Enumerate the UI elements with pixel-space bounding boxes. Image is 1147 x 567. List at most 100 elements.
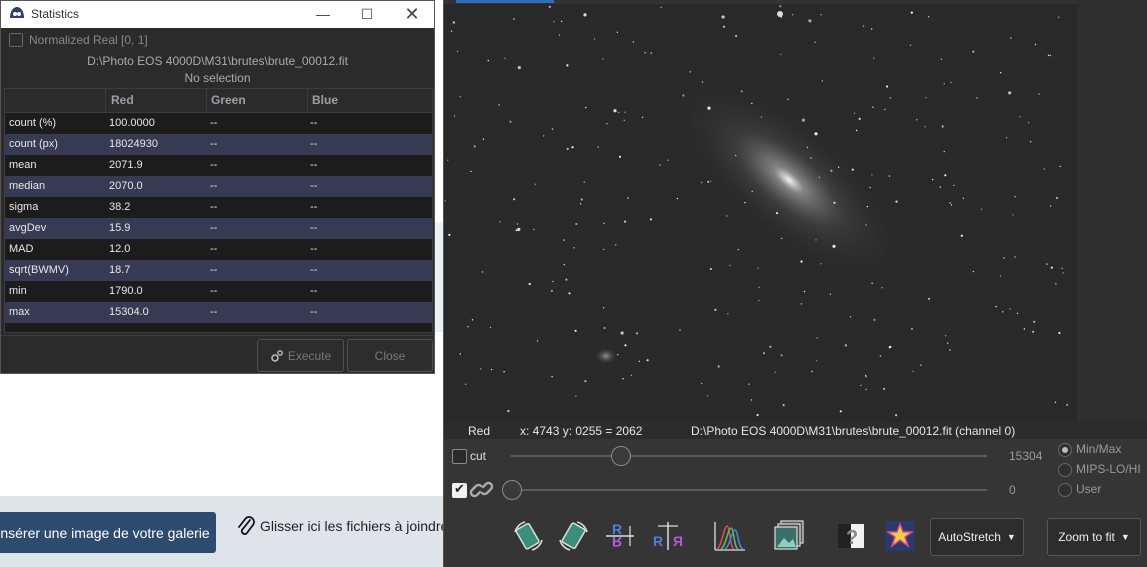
drop-files-text: Glisser ici les fichiers à joindre <box>260 518 449 534</box>
cell-green: -- <box>210 285 218 297</box>
cell-blue: -- <box>310 159 318 171</box>
column-header-blue[interactable]: Blue <box>312 93 338 107</box>
cell-blue: -- <box>310 306 318 318</box>
scale-mips-label: MIPS-LO/HI <box>1076 462 1141 476</box>
selection-status: No selection <box>184 71 251 85</box>
negative-view-icon[interactable]: ? <box>834 518 870 554</box>
cell-green: -- <box>210 159 218 171</box>
cell-red: 15304.0 <box>109 306 149 318</box>
execute-label: Execute <box>287 348 332 363</box>
astro-image-m31 <box>444 4 1077 422</box>
cell-green: -- <box>210 138 218 150</box>
cell-red: 12.0 <box>109 243 131 255</box>
cell-blue: -- <box>310 222 318 234</box>
hi-slider-track[interactable] <box>511 455 987 457</box>
image-info-bar: Red x: 4743 y: 0255 = 2062 D:\Photo EOS … <box>444 422 1147 439</box>
normalized-label: Normalized Real [0, 1] <box>29 33 148 47</box>
cell-label: count (px) <box>9 138 58 150</box>
stretch-mode-value: AutoStretch <box>938 530 1001 544</box>
stats-file-path: D:\Photo EOS 4000D\M31\brutes\brute_0001… <box>87 54 348 68</box>
cell-label: median <box>9 180 46 192</box>
rotate-left-icon[interactable] <box>510 518 546 554</box>
mirror-x-icon[interactable]: R R <box>602 518 638 554</box>
cell-green: -- <box>210 117 218 129</box>
cell-red: 38.2 <box>109 201 131 213</box>
display-controls: cut 15304 0 Min/Max MIPS-LO/HI User <box>444 439 1147 567</box>
close-window-button[interactable]: ✕ <box>400 4 424 24</box>
normalized-option[interactable]: Normalized Real [0, 1] <box>9 33 148 47</box>
color-map-icon[interactable] <box>882 518 918 554</box>
table-row[interactable]: count (px) 18024930 -- -- <box>5 134 432 155</box>
dialog-separator <box>1 335 434 336</box>
cell-red: 1790.0 <box>109 285 143 297</box>
image-stack-icon[interactable] <box>772 518 808 554</box>
insert-gallery-image-button[interactable]: nsérer une image de votre galerie <box>0 512 216 553</box>
cursor-coordinates: x: 4743 y: 0255 = 2062 <box>520 424 643 438</box>
cell-green: -- <box>210 201 218 213</box>
maximize-button[interactable]: ☐ <box>355 4 379 24</box>
cell-label: mean <box>9 159 37 171</box>
zoom-mode-value: Zoom to fit <box>1058 530 1115 544</box>
cut-checkbox[interactable] <box>452 449 467 464</box>
scale-min-max-label: Min/Max <box>1076 442 1122 456</box>
cell-label: sigma <box>9 201 39 213</box>
table-row[interactable]: avgDev 15.9 -- -- <box>5 218 432 239</box>
table-row[interactable]: MAD 12.0 -- -- <box>5 239 432 260</box>
cell-red: 2070.0 <box>109 180 143 192</box>
cut-label: cut <box>470 449 487 463</box>
table-row[interactable]: sigma 38.2 -- -- <box>5 197 432 218</box>
lo-value[interactable]: 0 <box>1009 483 1016 497</box>
table-row[interactable]: min 1790.0 -- -- <box>5 281 432 302</box>
execute-button[interactable]: Execute <box>257 339 344 372</box>
cell-red: 100.0000 <box>109 117 155 129</box>
dialog-title: Statistics <box>31 7 80 21</box>
dialog-titlebar[interactable]: Statistics — ☐ ✕ <box>1 1 434 28</box>
table-row[interactable]: median 2070.0 -- -- <box>5 176 432 197</box>
scale-mips-radio[interactable] <box>1058 463 1072 477</box>
cell-blue: -- <box>310 180 318 192</box>
stretch-mode-select[interactable]: AutoStretch ▼ <box>930 518 1024 556</box>
mirror-y-icon[interactable]: R R <box>650 518 686 554</box>
svg-text:R: R <box>612 534 622 550</box>
link-checkbox[interactable] <box>452 481 467 498</box>
viewer-right-gutter <box>1077 0 1147 438</box>
satellite-galaxy <box>594 347 618 365</box>
histogram-icon[interactable] <box>712 518 748 554</box>
cell-green: -- <box>210 180 218 192</box>
hi-slider-handle[interactable] <box>611 446 632 466</box>
table-row[interactable]: max 15304.0 -- -- <box>5 302 432 323</box>
zoom-mode-select[interactable]: Zoom to fit ▼ <box>1047 518 1141 556</box>
image-viewer[interactable] <box>444 4 1077 422</box>
cell-red: 18024930 <box>109 138 158 150</box>
table-header: Red Green Blue <box>5 89 432 113</box>
cell-label: avgDev <box>9 222 47 234</box>
lo-slider-handle[interactable] <box>502 480 522 500</box>
minimize-button[interactable]: — <box>311 4 335 24</box>
table-row[interactable]: mean 2071.9 -- -- <box>5 155 432 176</box>
cell-red: 18.7 <box>109 264 131 276</box>
table-row[interactable]: count (%) 100.0000 -- -- <box>5 113 432 134</box>
scale-user-radio[interactable] <box>1058 483 1072 497</box>
svg-text:R: R <box>673 533 683 549</box>
rotate-right-icon[interactable] <box>556 518 592 554</box>
hi-value[interactable]: 15304 <box>1009 449 1042 463</box>
paperclip-icon <box>238 516 255 535</box>
active-tab-indicator[interactable] <box>456 0 554 3</box>
cell-blue: -- <box>310 285 318 297</box>
cell-label: min <box>9 285 27 297</box>
lo-slider-track[interactable] <box>511 489 987 491</box>
normalized-checkbox[interactable] <box>9 33 23 47</box>
cell-label: sqrt(BWMV) <box>9 264 69 276</box>
scale-min-max-radio[interactable] <box>1058 443 1072 457</box>
column-header-red[interactable]: Red <box>111 93 134 107</box>
chevron-down-icon: ▼ <box>1006 532 1016 542</box>
cell-red: 2071.9 <box>109 159 143 171</box>
svg-text:?: ? <box>846 527 858 549</box>
cell-label: max <box>9 306 30 318</box>
table-row[interactable]: sqrt(BWMV) 18.7 -- -- <box>5 260 432 281</box>
cell-blue: -- <box>310 117 318 129</box>
column-header-green[interactable]: Green <box>211 93 246 107</box>
statistics-table: Red Green Blue count (%) 100.0000 -- -- coun… <box>4 88 433 333</box>
close-button[interactable]: Close <box>347 339 433 372</box>
drop-files-zone[interactable]: Glisser ici les fichiers à joindre <box>236 514 448 538</box>
